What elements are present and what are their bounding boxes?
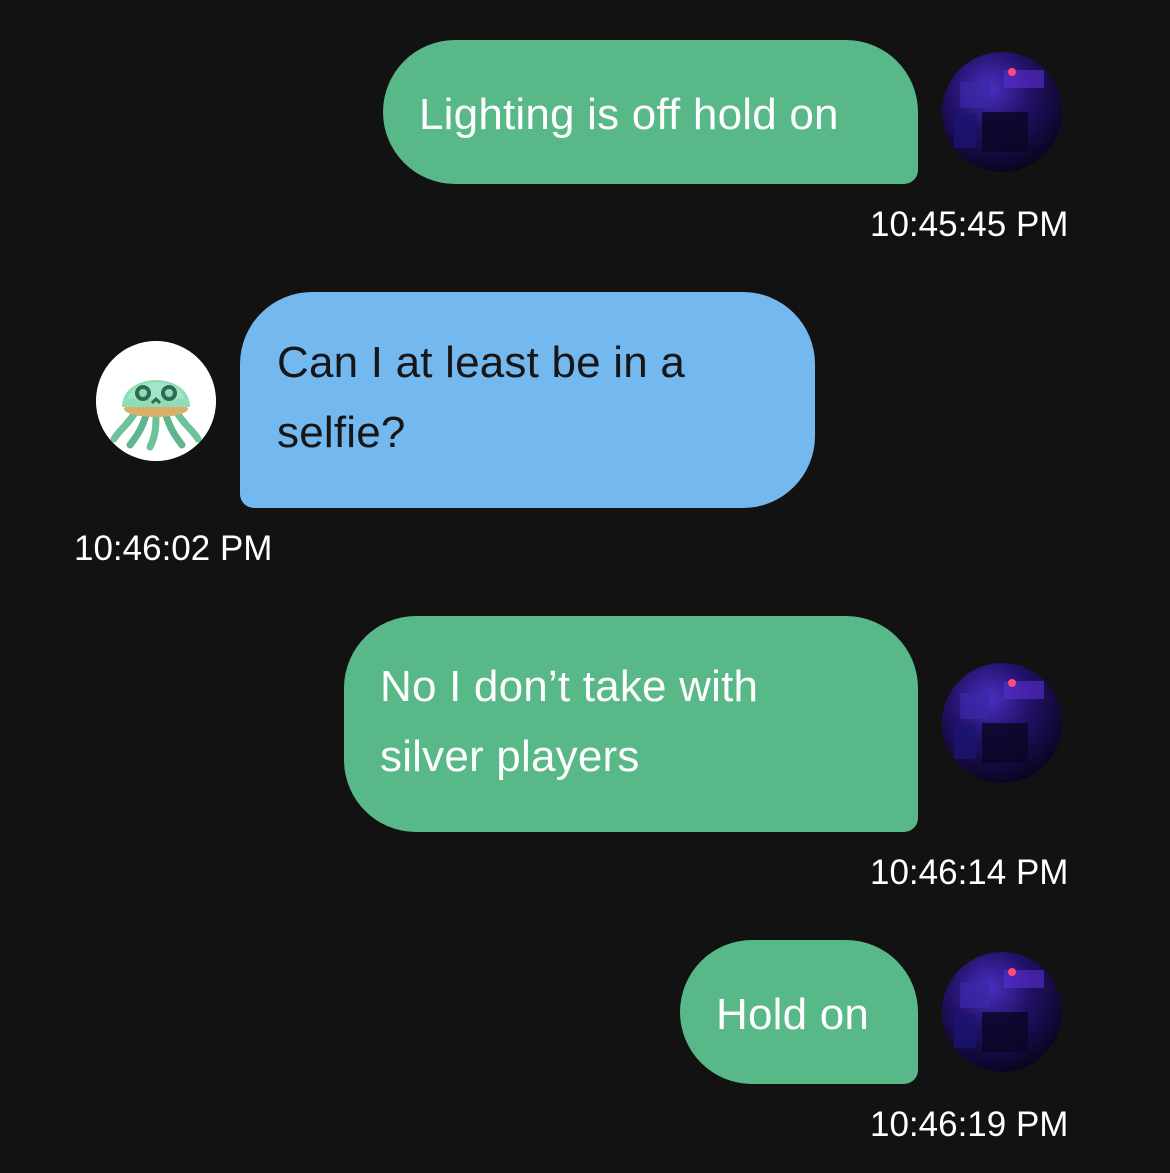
message-timestamp: 10:46:19 PM — [870, 1105, 1069, 1144]
dark-photo-avatar-icon — [942, 52, 1062, 172]
jellyfish-avatar-icon — [96, 341, 216, 461]
message-timestamp: 10:46:14 PM — [870, 853, 1069, 892]
message-timestamp: 10:46:02 PM — [74, 529, 273, 568]
message-timestamp: 10:45:45 PM — [870, 205, 1069, 244]
message-text-line-2: silver players — [380, 732, 640, 781]
contact-avatar[interactable] — [96, 341, 216, 461]
message-text-line-2: selfie? — [277, 408, 406, 457]
dark-photo-avatar-icon — [942, 663, 1062, 783]
message-bubble-outgoing[interactable]: No I don’t take with silver players — [344, 616, 918, 832]
message-bubble-incoming[interactable]: Can I at least be in a selfie? — [240, 292, 815, 508]
chat-screen: { "messages": [ { "sender": "me", "text"… — [0, 0, 1170, 1173]
message-text-line-1: Can I at least be in a — [277, 338, 685, 387]
message-text-line-1: No I don’t take with — [380, 662, 759, 711]
message-text: Lighting is off hold on — [419, 90, 839, 139]
message-bubble-outgoing[interactable]: Hold on — [680, 940, 918, 1084]
message-bubble-outgoing[interactable]: Lighting is off hold on — [383, 40, 918, 184]
my-avatar[interactable] — [942, 663, 1062, 783]
my-avatar[interactable] — [942, 52, 1062, 172]
my-avatar[interactable] — [942, 952, 1062, 1072]
message-text: Hold on — [716, 990, 870, 1039]
dark-photo-avatar-icon — [942, 952, 1062, 1072]
